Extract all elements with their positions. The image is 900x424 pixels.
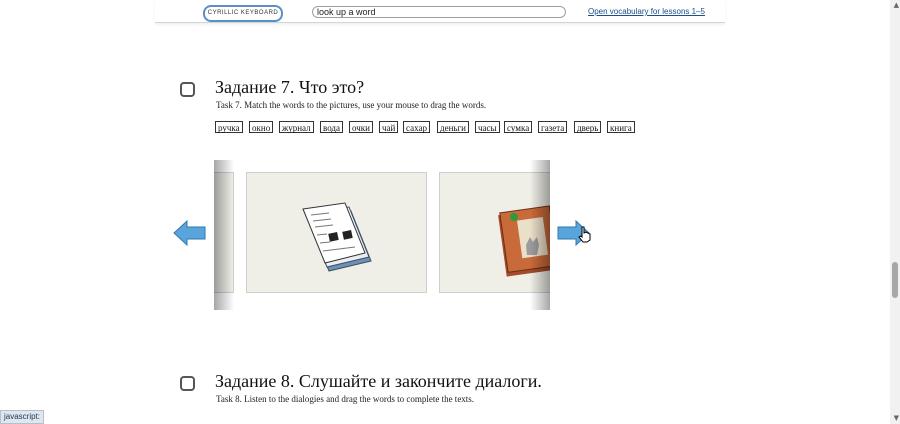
status-bar: javascript: (0, 410, 45, 424)
scroll-up-icon[interactable]: ▲ (894, 1, 899, 9)
word-tile[interactable]: сахар (403, 121, 430, 133)
word-tile[interactable]: ручка (215, 121, 243, 133)
task8-title: Задание 8. Слушайте и закончите диалоги. (215, 371, 542, 391)
vertical-scrollbar[interactable]: ▲ ▼ (890, 0, 900, 424)
word-tile[interactable]: окно (249, 121, 274, 133)
hand-cursor-icon (578, 226, 591, 243)
word-tile[interactable]: книга (607, 121, 635, 133)
word-tile[interactable]: дверь (574, 121, 602, 133)
previous-arrow-icon[interactable] (173, 219, 206, 247)
task8-description: Task 8. Listen to the dialogies and drag… (216, 394, 475, 404)
cyrillic-keyboard-button[interactable]: CYRILLIC KEYBOARD (203, 5, 283, 22)
word-tile[interactable]: сумка (504, 121, 533, 133)
task8-checkbox[interactable] (180, 376, 195, 391)
open-vocabulary-link[interactable]: Open vocabulary for lessons 1–5 (588, 7, 705, 16)
task7-checkbox[interactable] (180, 82, 195, 97)
task7-title: Задание 7. Что это? (215, 77, 365, 97)
word-lookup-input[interactable] (312, 6, 566, 18)
word-tile[interactable]: вода (320, 121, 344, 133)
scrollbar-thumb[interactable] (892, 262, 898, 298)
word-tile[interactable]: журнал (279, 121, 314, 133)
task7-description: Task 7. Match the words to the pictures,… (216, 100, 487, 110)
newspaper-slide (246, 172, 427, 293)
carousel-right-shadow (530, 160, 550, 310)
word-tile[interactable]: очки (349, 121, 373, 133)
scroll-down-icon[interactable]: ▼ (894, 414, 899, 422)
word-tile[interactable]: деньги (437, 121, 470, 133)
word-tile[interactable]: чай (379, 121, 399, 133)
word-tile[interactable]: часы (475, 121, 500, 133)
carousel-left-shadow (214, 160, 234, 310)
word-tile[interactable]: газета (538, 121, 568, 133)
newspaper-icon (302, 202, 372, 272)
picture-carousel (214, 160, 550, 310)
